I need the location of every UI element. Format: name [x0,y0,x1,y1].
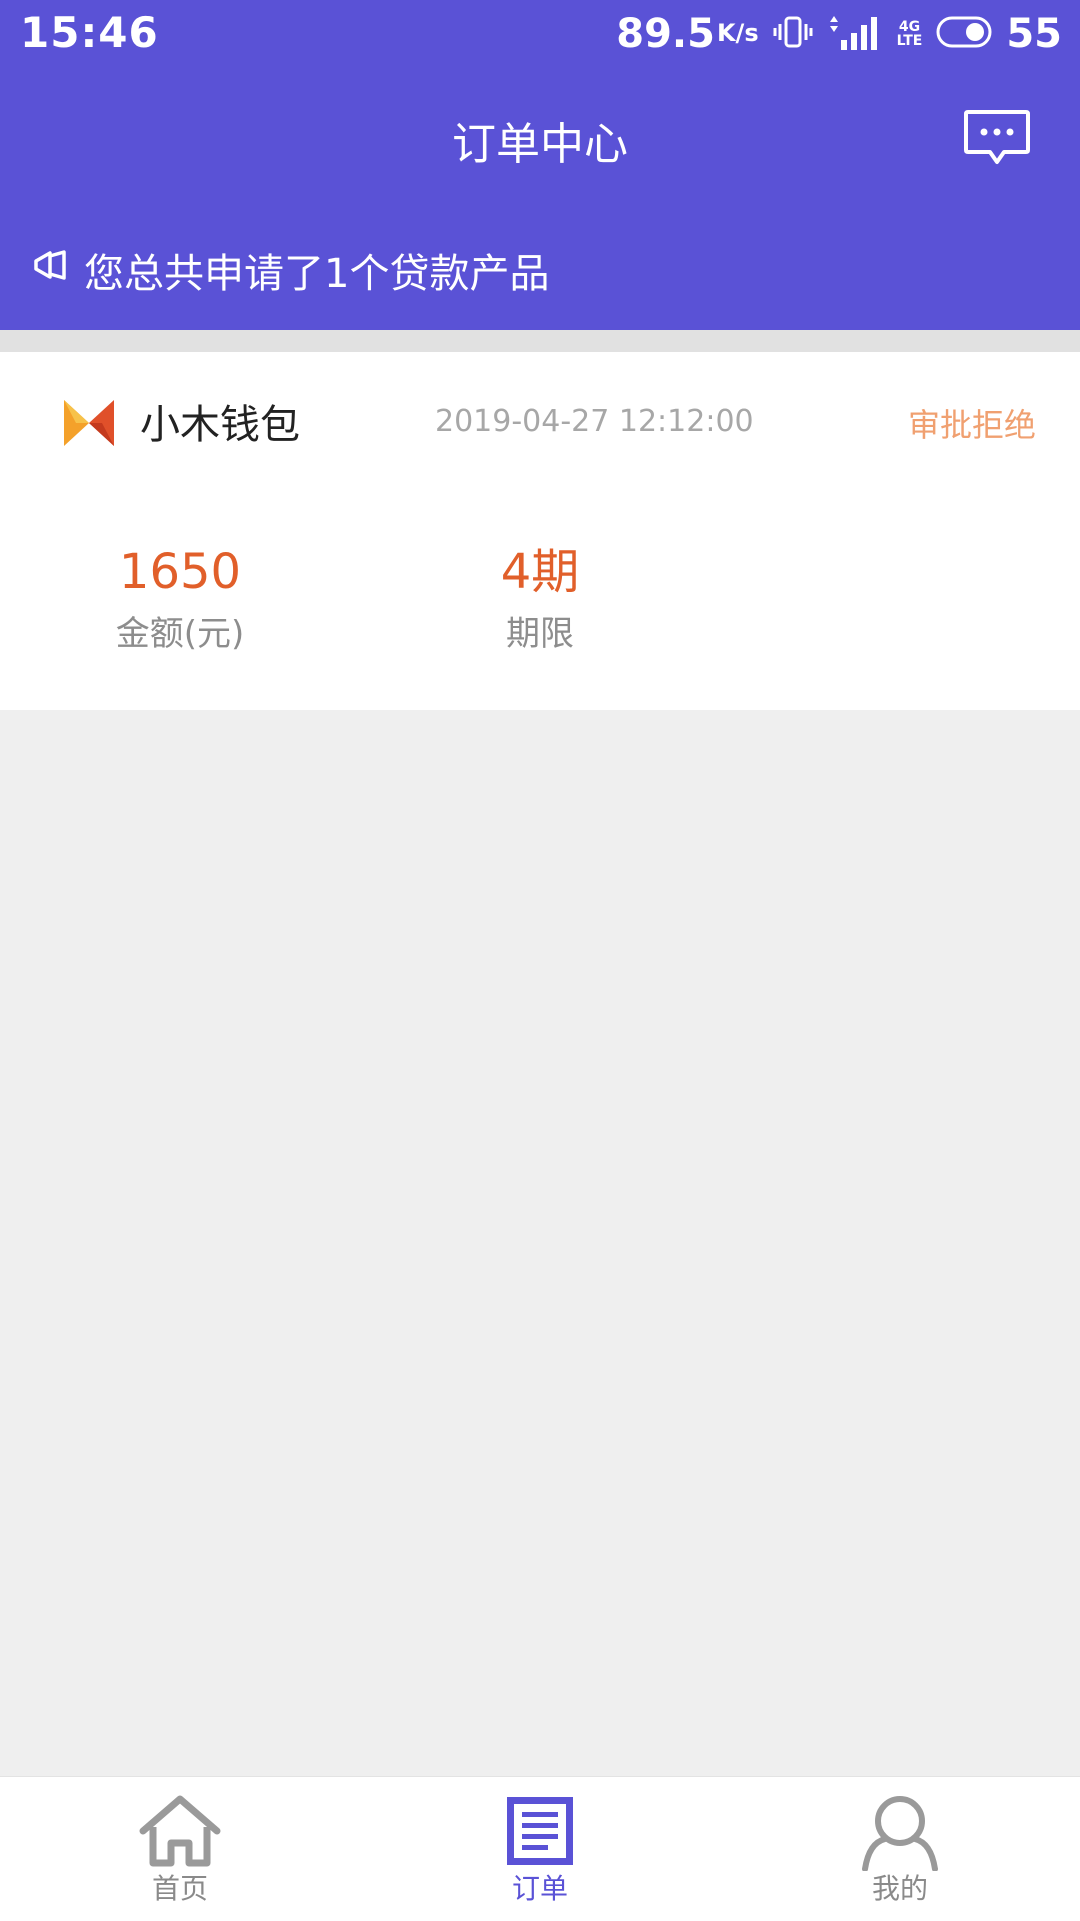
status-bar: 15:46 89.5K/s 4G LTE 55 [0,0,1080,66]
tab-home-label: 首页 [151,1872,208,1905]
term-label: 期限 [506,614,574,654]
order-card[interactable]: 小木钱包 2019-04-27 12:12:00 审批拒绝 1650 金额(元)… [0,352,1080,710]
order-list-icon [507,1797,573,1865]
battery-level: 55 [1006,11,1062,57]
chat-bubble-icon [964,110,1030,164]
megaphone-icon [32,247,72,293]
person-icon [862,1796,938,1871]
section-divider [0,330,1080,352]
amount-metric: 1650 金额(元) [70,542,290,655]
notice-banner: 您总共申请了1个贷款产品 [32,240,549,300]
status-time: 15:46 [20,8,159,57]
order-status-badge: 审批拒绝 [907,406,1036,444]
network-type-sub: LTE [896,33,923,49]
status-indicators: 89.5K/s 4G LTE 55 [616,8,1062,60]
amount-label: 金额(元) [115,614,245,654]
order-date: 2019-04-27 12:12:00 [435,404,754,439]
network-type-label: 4G [898,19,921,35]
term-metric: 4期 期限 [430,542,650,655]
tab-me-label: 我的 [871,1872,928,1905]
top-header-panel: 15:46 89.5K/s 4G LTE 55 订单中心 您总共申请了1个贷款产… [0,0,1080,330]
network-speed: 89.5K/s [616,11,758,57]
term-value: 4期 [500,544,580,600]
home-icon [139,1795,221,1867]
network-type: 4G LTE [897,20,923,48]
message-button[interactable] [962,108,1032,168]
amount-value: 1650 [118,544,242,600]
tab-orders[interactable]: 订单 [440,1777,640,1921]
notice-text: 您总共申请了1个贷款产品 [84,251,550,297]
product-name: 小木钱包 [140,402,300,448]
tab-home[interactable]: 首页 [80,1777,280,1921]
network-speed-value: 89.5 [616,11,715,57]
toggle-icon [936,15,992,53]
tab-me[interactable]: 我的 [800,1777,1000,1921]
network-speed-unit: K/s [716,18,759,47]
tab-orders-label: 订单 [511,1872,568,1905]
signal-icon [827,12,883,56]
vibrate-icon [773,12,813,56]
page-title: 订单中心 [452,119,628,170]
bottom-tab-bar: 首页 订单 我的 [0,1776,1080,1921]
product-logo [62,396,116,450]
